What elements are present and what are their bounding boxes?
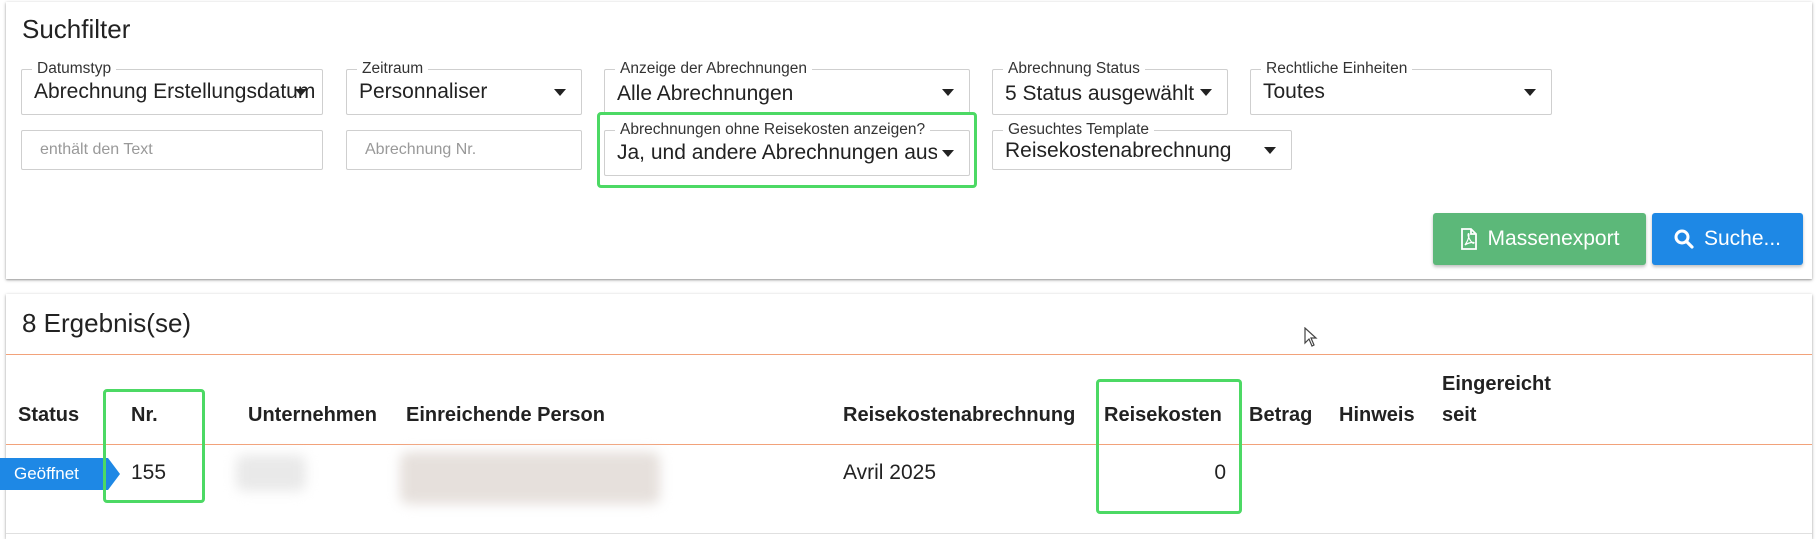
ohne-reisekosten-select[interactable]: Abrechnungen ohne Reisekosten anzeigen? … [604, 121, 970, 176]
column-header-status[interactable]: Status [18, 402, 79, 428]
rechtliche-einheiten-value: Toutes [1263, 80, 1325, 103]
anzeige-value: Alle Abrechnungen [617, 82, 794, 105]
chevron-down-icon [1524, 89, 1536, 96]
column-header-nr[interactable]: Nr. [131, 402, 158, 428]
mass-export-label: Massenexport [1487, 227, 1620, 250]
mouse-cursor-icon [1304, 327, 1318, 347]
ohne-reisekosten-label: Abrechnungen ohne Reisekosten anzeigen? [615, 121, 931, 139]
column-header-hinweis[interactable]: Hinweis [1339, 402, 1415, 428]
template-label: Gesuchtes Template [1003, 121, 1155, 139]
column-header-betrag[interactable]: Betrag [1249, 402, 1312, 428]
chevron-down-icon [1264, 147, 1276, 154]
filter-title: Suchfilter [22, 14, 131, 44]
nr-search-field[interactable] [346, 130, 582, 170]
template-select[interactable]: Gesuchtes Template Reisekostenabrechnung [992, 121, 1292, 170]
row-nr: 155 [131, 461, 167, 484]
zeitraum-select[interactable]: Zeitraum Personnaliser [346, 60, 582, 115]
anzeige-label: Anzeige der Abrechnungen [615, 60, 813, 78]
search-label: Suche... [1703, 227, 1782, 250]
column-header-einreichende-person[interactable]: Einreichende Person [406, 402, 605, 428]
template-value: Reisekostenabrechnung [1005, 139, 1232, 162]
redacted-company [236, 455, 306, 491]
datumstyp-value: Abrechnung Erstellungsdatum [34, 80, 316, 103]
chevron-down-icon [1200, 89, 1212, 96]
column-header-reisekostenabrechnung[interactable]: Reisekostenabrechnung [843, 402, 1075, 428]
mass-export-button[interactable]: Massenexport [1433, 213, 1646, 265]
datumstyp-label: Datumstyp [32, 60, 117, 78]
row-reisekosten: 0 [1214, 461, 1226, 484]
search-button[interactable]: Suche... [1652, 213, 1803, 265]
datumstyp-select[interactable]: Datumstyp Abrechnung Erstellungsdatum [21, 60, 323, 115]
results-title-divider [6, 354, 1812, 355]
rechtliche-einheiten-label: Rechtliche Einheiten [1261, 60, 1413, 78]
nr-search-input[interactable] [347, 131, 581, 169]
search-icon [1674, 229, 1694, 249]
chevron-down-icon [942, 89, 954, 96]
row-divider [6, 533, 1812, 534]
text-search-field[interactable] [21, 130, 323, 170]
zeitraum-value: Personnaliser [359, 80, 488, 103]
pdf-file-icon [1460, 228, 1477, 250]
chevron-down-icon [295, 89, 307, 96]
text-search-input[interactable] [22, 131, 322, 169]
column-header-unternehmen[interactable]: Unternehmen [248, 402, 377, 428]
anzeige-select[interactable]: Anzeige der Abrechnungen Alle Abrechnung… [604, 60, 970, 115]
chevron-down-icon [942, 150, 954, 157]
column-header-eingereicht-line2: seit [1442, 404, 1477, 426]
ohne-reisekosten-value: Ja, und andere Abrechnungen ausblen [617, 141, 937, 164]
zeitraum-label: Zeitraum [357, 60, 429, 78]
abrechnung-status-select[interactable]: Abrechnung Status 5 Status ausgewählt [992, 60, 1228, 115]
column-header-eingereicht-line1: Eingereicht [1442, 373, 1551, 395]
abrechnung-status-value: 5 Status ausgewählt [1005, 82, 1195, 105]
table-header-divider [6, 444, 1812, 445]
results-title: 8 Ergebnis(se) [22, 308, 192, 338]
column-header-eingereicht[interactable]: Eingereicht seit [1442, 371, 1551, 428]
status-badge: Geöffnet [0, 458, 120, 490]
column-header-reisekosten[interactable]: Reisekosten [1104, 402, 1222, 428]
redacted-person [400, 452, 660, 504]
row-reisekostenabrechnung[interactable]: Avril 2025 [843, 461, 936, 485]
rechtliche-einheiten-select[interactable]: Rechtliche Einheiten Toutes [1250, 60, 1552, 115]
chevron-down-icon [554, 89, 566, 96]
abrechnung-status-label: Abrechnung Status [1003, 60, 1145, 78]
search-filter-panel: Suchfilter Datumstyp Abrechnung Erstellu… [6, 2, 1812, 279]
